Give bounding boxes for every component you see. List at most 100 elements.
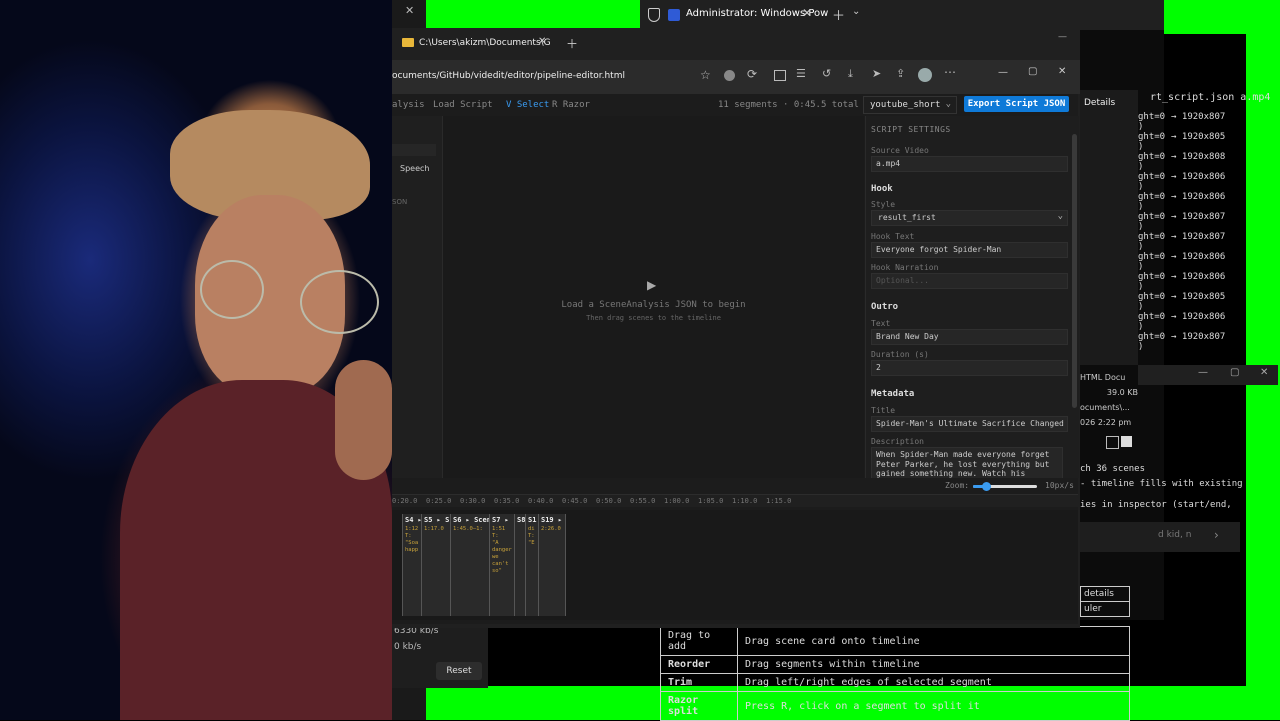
terminal-line-left: ght=0 xyxy=(1138,232,1166,242)
terminal-line: ght=0 → 1920x807) xyxy=(1138,232,1226,252)
close-icon[interactable]: ✕ xyxy=(802,6,812,20)
terminal-line-right: → 1920x806 xyxy=(1171,252,1226,262)
explorer-close-icon[interactable]: ✕ xyxy=(405,4,414,17)
zoom-slider[interactable] xyxy=(973,482,1037,491)
tile-view-icon[interactable] xyxy=(1121,436,1132,447)
description-field[interactable]: When Spider-Man made everyone forget Pet… xyxy=(871,447,1063,479)
style-value: result_first xyxy=(878,213,936,222)
pipeline-editor: alysis Load Script V Select R Razor 11 s… xyxy=(392,94,1079,624)
minimize-icon[interactable]: — xyxy=(998,67,1008,78)
timeline-segment[interactable]: S4 ▸ 1:12 T: "Soa happ xyxy=(402,514,422,616)
minimize-icon[interactable]: — xyxy=(1198,367,1208,378)
close-icon[interactable]: ✕ xyxy=(1260,367,1268,378)
timeline-ruler: 0:20.0 0:25.0 0:30.0 0:35.0 0:40.0 0:45.0 0:50… xyxy=(392,494,1078,507)
maximize-icon[interactable]: ▢ xyxy=(1230,367,1239,378)
avatar[interactable] xyxy=(918,68,932,82)
source-video-field[interactable]: a.mp4 xyxy=(871,156,1068,172)
hook-narration-field[interactable]: Optional... xyxy=(871,273,1068,289)
shortcut-row: Razor split Press R, click on a segment t… xyxy=(660,691,1130,721)
shortcut-action: Razor split xyxy=(660,691,738,721)
terminal-line-left: ght=0 xyxy=(1138,252,1166,262)
favorites-icon[interactable]: ☰ xyxy=(796,67,806,80)
json-hint: SON xyxy=(392,198,408,206)
add-icon[interactable]: ＋ xyxy=(566,35,578,52)
shortcut-row: Reorder Drag segments within timeline xyxy=(660,655,1130,674)
mini-table-row1: details xyxy=(1080,586,1130,602)
close-icon[interactable]: ✕ xyxy=(1058,66,1066,77)
explorer-tab-title[interactable]: C:\Users\akizm\Documents\G xyxy=(419,38,551,48)
timeline-track: S4 ▸ 1:12 T: "Soa happ S5 ▸ S 1:17.0 S6 ▸ Sc… xyxy=(392,510,1078,620)
outro-section: Outro xyxy=(871,302,899,312)
shield-icon xyxy=(648,8,660,22)
preset-value: youtube_short xyxy=(870,100,941,110)
list-view-icon[interactable] xyxy=(1106,436,1119,449)
add-icon[interactable]: ＋ xyxy=(832,5,845,24)
close-icon[interactable]: ✕ xyxy=(538,36,546,47)
hook-text-field[interactable]: Everyone forgot Spider-Man xyxy=(871,242,1068,258)
notes-line1: ch 36 scenes xyxy=(1080,464,1146,474)
title-field[interactable]: Spider-Man's Ultimate Sacrifice Changed … xyxy=(871,416,1068,432)
star-icon[interactable]: ☆ xyxy=(700,68,711,82)
tab-speech[interactable]: Speech xyxy=(400,164,429,173)
powershell-icon xyxy=(668,9,680,21)
details-button[interactable]: Details xyxy=(1084,98,1115,108)
terminal-line: ght=0 → 1920x807) xyxy=(1138,212,1226,232)
description-label: Description xyxy=(871,437,924,446)
inspector-scrollbar[interactable] xyxy=(1072,134,1077,408)
timeline-segment[interactable]: S7 ▸ 1:51 T: "A danger we can't so" xyxy=(489,514,515,616)
menu-load-script[interactable]: Load Script xyxy=(433,100,493,110)
file-size: 39.0 KB xyxy=(1106,388,1138,397)
secondary-window: — ▢ ✕ xyxy=(1138,365,1278,385)
duration-field[interactable]: 2 xyxy=(871,360,1068,376)
minimize-icon[interactable]: — xyxy=(1058,32,1067,42)
send-icon[interactable]: ➤ xyxy=(872,67,881,80)
hook-narration-label: Hook Narration xyxy=(871,263,939,272)
export-script-button[interactable]: Export Script JSON xyxy=(964,96,1069,112)
timeline-segment[interactable]: S5 ▸ S 1:17.0 xyxy=(421,514,451,616)
segment-label: S4 ▸ xyxy=(405,516,422,524)
backdrop-right xyxy=(1164,0,1280,34)
extension-icon[interactable] xyxy=(724,70,735,81)
webcam-overlay xyxy=(0,0,392,720)
play-icon[interactable]: ▶ xyxy=(647,278,656,292)
mini-table: details uler xyxy=(1080,568,1130,617)
split-screen-icon[interactable] xyxy=(774,70,786,81)
refresh-icon[interactable]: ⟳ xyxy=(747,67,757,81)
segment-detail: 1:12 T: "Soa happ xyxy=(405,526,419,553)
share-icon[interactable]: ⇪ xyxy=(896,67,905,80)
timeline-segment[interactable]: S1 di T: "E xyxy=(525,514,539,616)
file-path: ocuments\... xyxy=(1080,403,1130,412)
empty-state-subtitle: Then drag scenes to the timeline xyxy=(586,314,721,322)
preset-select[interactable]: youtube_short ⌄ xyxy=(863,96,957,114)
chevron-down-icon[interactable]: ⌄ xyxy=(852,6,860,17)
notes-line2: - timeline fills with existing xyxy=(1080,479,1243,489)
reset-button[interactable]: Reset xyxy=(436,662,482,680)
menu-analysis[interactable]: alysis xyxy=(392,100,425,110)
history-icon[interactable]: ↺ xyxy=(822,67,831,80)
shortcut-description: Drag left/right edges of selected segmen… xyxy=(737,673,1130,692)
url-field[interactable]: ocuments/GitHub/videdit/editor/pipeline-… xyxy=(392,71,625,81)
chevron-down-icon: ⌄ xyxy=(1057,211,1063,221)
more-icon[interactable]: ⋯ xyxy=(944,65,956,79)
timeline-segment[interactable]: S19 ▸ 2:26.0 xyxy=(538,514,566,616)
terminal-line-left: ght=0 xyxy=(1138,192,1166,202)
scene-search[interactable] xyxy=(392,144,436,156)
download-icon[interactable]: ⤓ xyxy=(848,67,853,81)
tool-razor[interactable]: R Razor xyxy=(552,100,590,110)
segment-label: S1 xyxy=(528,516,537,524)
send-icon[interactable]: › xyxy=(1214,528,1219,542)
outro-text-field[interactable]: Brand New Day xyxy=(871,329,1068,345)
style-select[interactable]: result_first ⌄ xyxy=(871,210,1068,226)
terminal-line-right: → 1920x805 xyxy=(1171,292,1226,302)
outro-text-value: Brand New Day xyxy=(876,332,939,341)
zoom-slider-thumb[interactable] xyxy=(981,482,991,491)
segment-label: S5 ▸ S xyxy=(424,516,450,524)
tool-select[interactable]: V Select xyxy=(506,100,549,110)
timeline-segment[interactable]: S6 ▸ Scen 1:45.0–1: xyxy=(450,514,490,616)
inspector-header: SCRIPT SETTINGS xyxy=(871,125,951,134)
ruler-tick: 0:30.0 xyxy=(460,497,486,505)
person-hand xyxy=(335,360,392,480)
view-toggle[interactable] xyxy=(1106,436,1134,449)
maximize-icon[interactable]: ▢ xyxy=(1028,66,1037,77)
chat-input[interactable]: d kid, n › xyxy=(1080,522,1240,552)
